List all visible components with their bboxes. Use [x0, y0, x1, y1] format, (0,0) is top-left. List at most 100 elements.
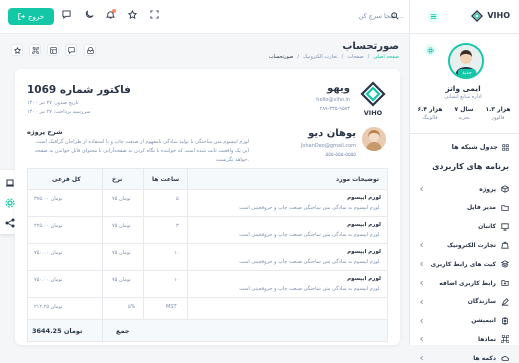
logo-icon [471, 10, 483, 22]
row-desc: لورم ایپسوم به سادگی متن ساختگی صنعت چاپ… [239, 286, 381, 292]
chevron-left-icon [419, 280, 425, 286]
client-email: JohanDeo@gmail.com [300, 143, 356, 149]
sidebar-item-9[interactable]: نمادها [419, 334, 509, 344]
section-title: برنامه های کاربردی [432, 162, 509, 171]
sidebar-item-label: سازندگان [467, 298, 496, 306]
notification-dot [112, 9, 116, 13]
table-total-row: جمع 3644.25 تومان [27, 320, 388, 342]
logout-button[interactable]: خروج [8, 8, 54, 25]
table-header: توضیحات مورد ساعت ها نرخ کل فرعی [27, 168, 388, 190]
row-subtotal: ۷۵۰.۰۰ تومان [34, 250, 63, 256]
inbox-button[interactable] [84, 44, 96, 56]
dark-mode-icon[interactable] [85, 10, 99, 24]
profile-settings-icon[interactable] [424, 44, 436, 56]
sidebar-item-label: تجارت الکترونیک [447, 241, 496, 249]
bag-icon [501, 241, 509, 249]
description-text: لورم ایپسوم متن ساختگی با تولید سادگی نا… [34, 139, 249, 163]
invoice-due-date: سررسید پرداخت: ۲۷ تیر ۱۴۰۰ [27, 109, 91, 115]
chevron-left-icon [419, 299, 425, 305]
row-desc: لورم ایپسوم به سادگی متن ساختگی صنعت چاپ… [239, 259, 381, 265]
sidebar-item-5[interactable]: کیت های رابط کاربری [419, 259, 509, 269]
sidebar-item-label: انیمیشن [471, 317, 496, 325]
cloud-icon [501, 354, 509, 362]
company-name: ویهو [327, 83, 350, 94]
sidebar-item-8[interactable]: انیمیشن [419, 316, 509, 326]
sidebar-item-2[interactable]: مدیر فایل [419, 203, 509, 213]
chat-icon[interactable] [62, 10, 76, 24]
folder-icon [501, 204, 509, 212]
invoice-card: فاکتور شماره 1069 تاریخ صدور: ۲۷ تیر ۱۴۰… [15, 69, 400, 345]
logout-label: خروج [27, 12, 45, 21]
settings-icon[interactable] [5, 198, 15, 208]
client-name: یوهان دیو [308, 128, 356, 139]
table-row: لورم ایپسوم لورم ایپسوم به سادگی متن ساخ… [27, 244, 388, 271]
row-title: لورم ایپسوم [347, 276, 381, 282]
sidebar-item-6[interactable]: رابط کاربری اضافه [419, 278, 509, 288]
header-description: توضیحات مورد [336, 176, 379, 183]
search-icon[interactable] [391, 12, 399, 20]
share-icon[interactable] [5, 218, 15, 228]
cpu-icon [501, 316, 509, 325]
sidebar-item-grid[interactable]: جدول شبکه ها [452, 143, 509, 151]
row-hours: ۳ [176, 223, 179, 229]
sidebar-item-3[interactable]: کانبان [419, 222, 509, 232]
table-row: لورم ایپسوم لورم ایپسوم به سادگی متن ساخ… [27, 271, 388, 298]
bookmark-star-button[interactable] [11, 44, 23, 56]
row-hours: ۵ [176, 196, 179, 202]
user-role: اداره منابع انسانی [444, 94, 482, 100]
company-phone: ۲۸۹-۳۳۵-۹۵۸۳ [319, 106, 350, 112]
sidebar-item-label: پروژه [479, 185, 496, 193]
sidebar-item-label: کیت های رابط کاربری [430, 260, 496, 268]
client-avatar [362, 127, 386, 151]
chevron-left-icon [419, 261, 425, 267]
sidebar-item-label: رابط کاربری اضافه [439, 279, 496, 287]
star-icon[interactable] [128, 10, 142, 24]
command-button[interactable] [29, 44, 41, 56]
chevron-left-icon [419, 336, 425, 342]
company-email: hello@viho.in [316, 97, 350, 103]
row-rate: ۵% [128, 304, 136, 310]
breadcrumb-home[interactable]: صفحه اصلی [373, 54, 399, 60]
menu-toggle-icon[interactable] [428, 11, 439, 22]
sidebar-divider [410, 133, 519, 134]
user-name[interactable]: ایمی واتز [427, 84, 499, 93]
grid-icon [502, 143, 509, 151]
row-hours: ۱۰ [174, 277, 180, 283]
monitor-icon [501, 222, 509, 231]
top-header: خروج اینجا سرچ کن ... [0, 0, 409, 34]
company-logo-text: VIHO [363, 109, 383, 117]
breadcrumb-ecommerce[interactable]: تجارت الکترونیک [303, 54, 338, 60]
sidebar-item-label: مدیر فایل [466, 204, 496, 212]
sidebar-item-4[interactable]: تجارت الکترونیک [419, 240, 509, 250]
laptop-icon[interactable] [5, 178, 15, 188]
row-hours: MST [166, 304, 177, 310]
layout-button[interactable] [47, 44, 59, 56]
fullscreen-icon[interactable] [150, 10, 164, 24]
total-label: جمع [116, 327, 130, 335]
invoice-date: تاریخ صدور: ۲۷ تیر ۱۴۰۰ [27, 100, 79, 106]
box-icon [501, 185, 509, 193]
page-title: صورتحساب [342, 41, 399, 52]
logo-text: VIHO [487, 11, 510, 20]
layers-icon [501, 260, 509, 268]
stat-followers: ۱.۳ هزار فالوور [485, 106, 511, 121]
breadcrumb-pages[interactable]: صفحات [347, 54, 363, 60]
chevron-left-icon [419, 186, 425, 192]
row-rate: ۷۵ تومان [112, 250, 131, 256]
row-desc: لورم ایپسوم به سادگی متن ساختگی صنعت چاپ… [239, 205, 381, 211]
company-logo-icon [360, 81, 386, 107]
row-subtotal: ۳۷۵.۰۰ تومان [34, 196, 63, 202]
invoice-title: فاکتور شماره 1069 [27, 84, 131, 96]
chevron-left-icon [419, 242, 425, 248]
row-rate: ۷۵ تومان [112, 223, 131, 229]
sidebar-item-10[interactable]: دکمه ها [419, 353, 509, 363]
sidebar-header: VIHO [410, 0, 519, 34]
row-subtotal: ۷۵۰.۰۰ تومان [34, 277, 63, 283]
message-button[interactable] [65, 44, 77, 56]
edit-icon [501, 298, 509, 306]
sidebar-item-1[interactable]: پروژه [419, 184, 509, 194]
stat-following: ۶.۴ هزار فالوینگ [417, 106, 443, 121]
sidebar-item-label: دکمه ها [473, 354, 496, 362]
sidebar-item-7[interactable]: سازندگان [419, 297, 509, 307]
folder-plus-icon [501, 279, 509, 287]
